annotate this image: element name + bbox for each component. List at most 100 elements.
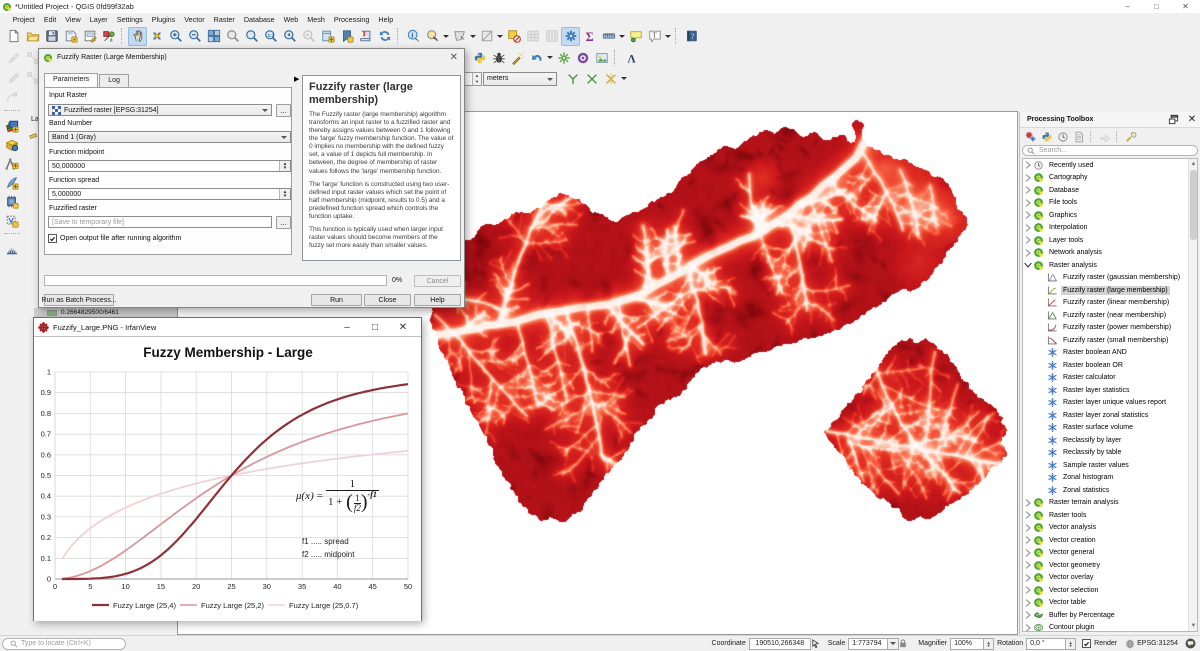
input-raster-browse-button[interactable]: ... (276, 104, 291, 117)
tree-item-fuzzify-raster-near-membership[interactable]: Fuzzify raster (near membership) (1023, 309, 1197, 322)
chevron-right-icon[interactable] (1023, 511, 1033, 519)
bookmark-new-icon[interactable] (318, 27, 337, 46)
tree-item-fuzzify-raster-gaussian-membership[interactable]: Fuzzify raster (gaussian membership) (1023, 272, 1197, 285)
menu-processing[interactable]: Processing (329, 14, 374, 25)
tree-item-raster-calculator[interactable]: Raster calculator (1023, 372, 1197, 385)
tree-item-sample-raster-values[interactable]: Sample raster values (1023, 459, 1197, 472)
tree-item-raster-boolean-or[interactable]: Raster boolean OR (1023, 359, 1197, 372)
tree-item-vector-overlay[interactable]: Vector overlay (1023, 572, 1197, 585)
tree-item-raster-surface-volume[interactable]: Raster surface volume (1023, 422, 1197, 435)
chevron-right-icon[interactable] (1023, 586, 1033, 594)
edit-arrow-icon[interactable] (1097, 129, 1113, 144)
menu-settings[interactable]: Settings (112, 14, 147, 25)
layout-manager-icon[interactable] (80, 27, 99, 46)
snap-star-icon[interactable] (601, 69, 620, 88)
python-small-icon[interactable] (1039, 129, 1055, 144)
undo-redo-icon[interactable] (527, 48, 546, 67)
datasource-manager-icon[interactable] (3, 116, 22, 135)
menu-view[interactable]: View (61, 14, 85, 25)
layer-row[interactable]: 0.2664829500/6461 (34, 308, 178, 317)
close-icon[interactable]: ✕ (1171, 0, 1200, 13)
scale-combobox[interactable]: 1:773794 (848, 638, 888, 650)
circular-string-icon[interactable] (3, 88, 22, 107)
tree-scrollbar[interactable]: ▲ ▼ (1188, 159, 1197, 631)
tree-item-reclassify-by-layer[interactable]: Reclassify by layer (1023, 434, 1197, 447)
dialog-titlebar[interactable]: Fuzzify Raster (Large Membership) ✕ (39, 49, 464, 66)
deselect-all-icon[interactable] (504, 27, 523, 46)
zoom-full-icon[interactable] (223, 27, 242, 46)
chevron-right-icon[interactable] (1023, 549, 1033, 557)
chevron-right-icon[interactable] (1023, 161, 1033, 169)
osgeo-icon[interactable] (573, 48, 592, 67)
run-button[interactable]: Run (311, 294, 362, 306)
models-gear-icon[interactable] (1023, 129, 1039, 144)
menu-project[interactable]: Project (8, 14, 39, 25)
render-checkbox[interactable] (1082, 639, 1091, 648)
irfanview-titlebar[interactable]: Fuzzify_Large.PNG - IrfanView – □ ✕ (34, 318, 421, 337)
callout-icon[interactable] (626, 27, 645, 46)
tree-item-vector-creation[interactable]: Vector creation (1023, 534, 1197, 547)
scale-combo-arrow[interactable] (888, 638, 899, 650)
magnifier-spinner[interactable]: ▲▼ (984, 638, 994, 650)
close-panel-icon[interactable]: ✕ (1184, 114, 1200, 125)
snap-cross-icon[interactable] (582, 69, 601, 88)
tree-item-vector-selection[interactable]: Vector selection (1023, 584, 1197, 597)
menu-raster[interactable]: Raster (209, 14, 239, 25)
menu-vector[interactable]: Vector (180, 14, 209, 25)
attribute-table-icon[interactable] (523, 27, 542, 46)
chevron-right-icon[interactable] (1023, 561, 1033, 569)
dropdown-caret-icon[interactable] (469, 27, 477, 46)
file-new-icon[interactable] (4, 27, 23, 46)
zoom-out-icon[interactable] (185, 27, 204, 46)
tree-item-cartography[interactable]: Cartography (1023, 172, 1197, 185)
lambda-icon[interactable]: Λ (621, 48, 640, 67)
tree-item-raster-analysis[interactable]: Raster analysis (1023, 259, 1197, 272)
chevron-right-icon[interactable] (1023, 524, 1033, 532)
bookmark-book-icon[interactable] (356, 27, 375, 46)
plugin-burst-icon[interactable] (554, 48, 573, 67)
folder-open-icon[interactable] (23, 27, 42, 46)
band-combobox[interactable]: Band 1 (Gray) (48, 131, 291, 143)
tree-item-fuzzify-raster-small-membership[interactable]: Fuzzify raster (small membership) (1023, 334, 1197, 347)
wand-icon[interactable] (508, 48, 527, 67)
magnifier-input[interactable]: 100% (950, 638, 984, 650)
menu-web[interactable]: Web (279, 14, 303, 25)
run-as-batch-button[interactable]: Run as Batch Process... (44, 294, 114, 306)
scroll-up-icon[interactable]: ▲ (1189, 159, 1198, 169)
dropdown-caret-icon[interactable] (618, 27, 626, 46)
help-book-icon[interactable]: ? (682, 27, 701, 46)
open-output-checkbox[interactable] (48, 234, 57, 243)
menu-layer[interactable]: Layer (85, 14, 112, 25)
zoom-last-icon[interactable] (280, 27, 299, 46)
zoom-selection-icon[interactable] (242, 27, 261, 46)
python-icon[interactable] (470, 48, 489, 67)
tree-item-vector-general[interactable]: Vector general (1023, 547, 1197, 560)
close-button[interactable]: Close (364, 294, 411, 306)
locate-input[interactable]: Type to locate (Ctrl+K) (2, 638, 126, 650)
menu-database[interactable]: Database (239, 14, 279, 25)
maximize-icon[interactable]: □ (1142, 0, 1171, 13)
tab-log[interactable]: Log (99, 74, 129, 87)
chevron-right-icon[interactable] (1023, 174, 1033, 182)
processing-search-input[interactable]: Search... (1022, 145, 1198, 156)
chevron-right-icon[interactable] (1023, 599, 1033, 607)
tree-item-raster-layer-statistics[interactable]: Raster layer statistics (1023, 384, 1197, 397)
log-file-icon[interactable] (1071, 129, 1087, 144)
close-icon[interactable]: ✕ (389, 318, 417, 336)
pan-hand-icon[interactable] (128, 27, 147, 46)
history-clock-icon[interactable] (1055, 129, 1071, 144)
geopackage-icon[interactable] (3, 135, 22, 154)
tab-parameters[interactable]: Parameters (44, 73, 98, 87)
chevron-right-icon[interactable] (1023, 611, 1033, 619)
snap-tolerance-spin[interactable]: ▲▼ (464, 72, 482, 86)
tree-item-raster-tools[interactable]: Raster tools (1023, 509, 1197, 522)
tree-item-recently-used[interactable]: Recently used (1023, 159, 1197, 172)
tree-item-vector-geometry[interactable]: Vector geometry (1023, 559, 1197, 572)
menu-edit[interactable]: Edit (39, 14, 60, 25)
tree-item-raster-boolean-and[interactable]: Raster boolean AND (1023, 347, 1197, 360)
help-button[interactable]: Help (414, 294, 461, 306)
spatialite-feather-icon[interactable] (3, 173, 22, 192)
new-shapefile-icon[interactable] (3, 154, 22, 173)
rotation-input[interactable]: 0,0 ° (1026, 638, 1066, 650)
chevron-right-icon[interactable] (1023, 236, 1033, 244)
